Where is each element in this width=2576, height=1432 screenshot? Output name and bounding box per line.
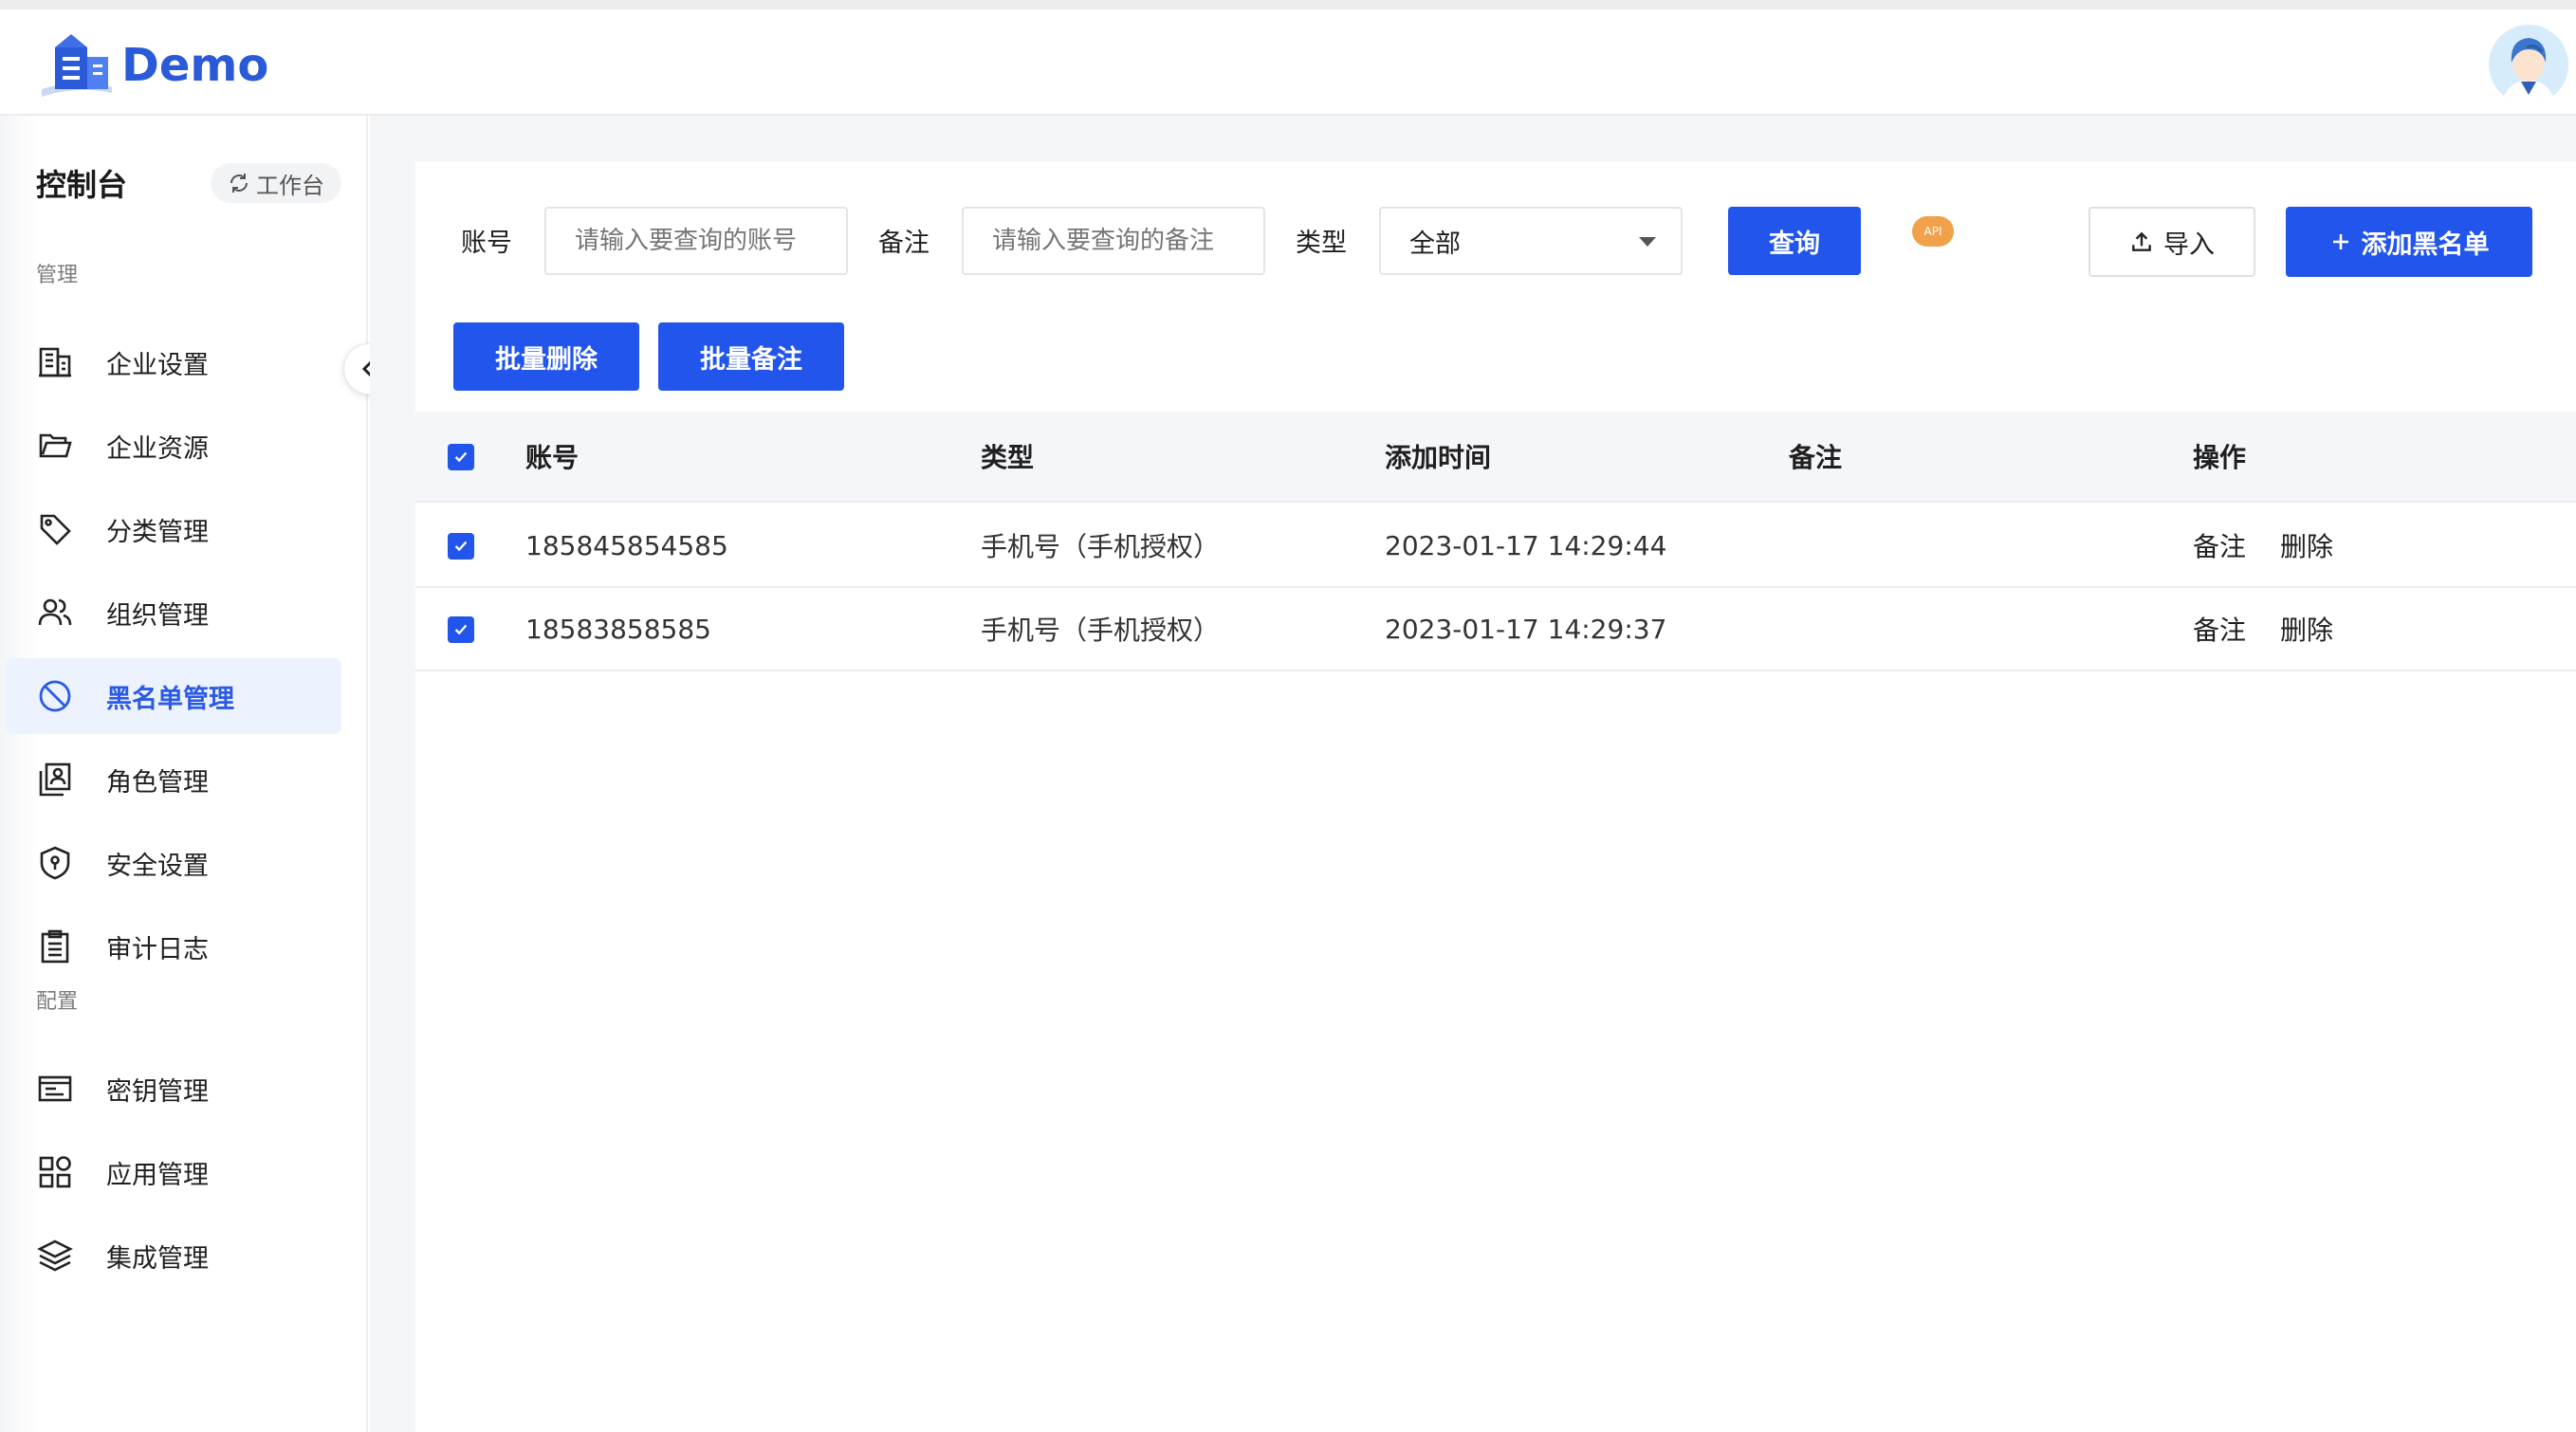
sidebar-item-integration[interactable]: 集成管理 — [6, 1218, 341, 1294]
sidebar-item-label: 应用管理 — [106, 1160, 209, 1190]
row-remark-link[interactable]: 备注 — [2193, 526, 2246, 564]
logo-text: Demo — [121, 39, 269, 92]
shield-icon — [36, 844, 74, 882]
sidebar-item-label: 分类管理 — [106, 517, 209, 547]
column-header-account[interactable]: 账号 — [525, 412, 579, 501]
cell-account: 18583858585 — [525, 613, 711, 645]
import-button[interactable]: 导入 — [2088, 207, 2255, 277]
sidebar-item-audit-log[interactable]: 审计日志 — [6, 909, 341, 984]
row-checkbox[interactable] — [448, 533, 474, 560]
sidebar-item-organization[interactable]: 组织管理 — [6, 575, 341, 651]
logo-building-icon — [42, 34, 112, 97]
type-select-value: 全部 — [1409, 229, 1461, 259]
cell-type: 手机号（手机授权） — [981, 615, 1221, 646]
row-delete-link[interactable]: 删除 — [2280, 610, 2333, 648]
upload-icon — [2132, 231, 2151, 251]
workbench-switch-button[interactable]: 工作台 — [211, 163, 341, 203]
table-row: 18583858585 手机号（手机授权） 2023-01-17 14:29:3… — [415, 588, 2576, 671]
row-remark-link[interactable]: 备注 — [2193, 610, 2246, 648]
sidebar-item-label: 黑名单管理 — [106, 684, 234, 714]
type-select[interactable]: 全部 — [1379, 207, 1683, 275]
table-row: 185845854585 手机号（手机授权） 2023-01-17 14:29:… — [415, 505, 2576, 588]
add-blacklist-label: 添加黑名单 — [2361, 229, 2490, 260]
sidebar-item-label: 角色管理 — [106, 767, 209, 798]
sidebar-item-category[interactable]: 分类管理 — [6, 491, 341, 567]
sidebar-item-security[interactable]: 安全设置 — [6, 825, 341, 901]
account-search-input[interactable] — [544, 207, 848, 275]
user-avatar[interactable] — [2489, 25, 2568, 104]
table-header: 账号 类型 添加时间 备注 操作 — [415, 412, 2576, 503]
sidebar-item-label: 企业设置 — [106, 350, 209, 380]
sidebar-item-roles[interactable]: 角色管理 — [6, 742, 341, 817]
sidebar-item-label: 安全设置 — [106, 851, 209, 881]
sidebar-item-keys[interactable]: 密钥管理 — [6, 1051, 341, 1127]
tag-icon — [36, 510, 74, 548]
import-button-label: 导入 — [2163, 229, 2215, 260]
row-checkbox[interactable] — [448, 616, 474, 643]
type-filter-label: 类型 — [1296, 229, 1347, 258]
ban-icon — [36, 677, 74, 715]
select-all-checkbox[interactable] — [448, 444, 474, 470]
clipboard-icon — [36, 927, 74, 965]
column-header-time[interactable]: 添加时间 — [1385, 412, 1491, 501]
sidebar-group-config: 配置 — [36, 990, 79, 1014]
caret-down-icon — [1639, 237, 1656, 247]
remark-search-input[interactable] — [962, 207, 1265, 275]
folder-icon — [36, 427, 74, 465]
avatar-person-icon — [2489, 25, 2568, 104]
column-header-type[interactable]: 类型 — [981, 412, 1034, 501]
column-header-remark[interactable]: 备注 — [1789, 412, 1842, 501]
sidebar-item-label: 密钥管理 — [106, 1076, 209, 1107]
layers-icon — [36, 1237, 74, 1275]
sidebar-item-apps[interactable]: 应用管理 — [6, 1134, 341, 1210]
sidebar-item-label: 企业资源 — [106, 433, 209, 464]
sidebar-title: 控制台 — [36, 167, 128, 203]
api-badge[interactable]: API — [1912, 216, 1954, 247]
cell-actions: 备注 删除 — [2193, 505, 2367, 586]
building-icon — [36, 343, 74, 381]
apps-icon — [36, 1153, 74, 1191]
refresh-icon — [230, 174, 248, 193]
row-delete-link[interactable]: 删除 — [2280, 526, 2333, 564]
workbench-label: 工作台 — [256, 172, 324, 199]
window-top-border — [0, 0, 2576, 9]
column-header-actions: 操作 — [2193, 442, 2247, 473]
sidebar-item-enterprise-settings[interactable]: 企业设置 — [6, 324, 341, 400]
sidebar-item-label: 审计日志 — [106, 934, 209, 964]
account-filter-label: 账号 — [461, 229, 512, 258]
sidebar-item-label: 集成管理 — [106, 1243, 209, 1274]
cell-time: 2023-01-17 14:29:37 — [1385, 613, 1667, 645]
key-card-icon — [36, 1070, 74, 1108]
sidebar-item-label: 组织管理 — [106, 600, 209, 631]
sidebar-item-blacklist[interactable]: 黑名单管理 — [6, 658, 341, 734]
top-header: Demo — [0, 9, 2576, 116]
logo[interactable]: Demo — [38, 30, 268, 101]
sidebar-item-enterprise-resources[interactable]: 企业资源 — [6, 408, 341, 484]
checkmark-icon — [454, 624, 468, 635]
role-icon — [36, 761, 74, 799]
add-blacklist-button[interactable]: 添加黑名单 — [2286, 207, 2532, 277]
sidebar-group-manage: 管理 — [36, 264, 79, 287]
cell-time: 2023-01-17 14:29:44 — [1385, 529, 1667, 561]
checkmark-icon — [454, 541, 468, 552]
batch-delete-button[interactable]: 批量删除 — [453, 322, 639, 391]
cell-actions: 备注 删除 — [2193, 588, 2367, 670]
checkmark-icon — [454, 451, 468, 463]
query-button[interactable]: 查询 — [1728, 207, 1861, 275]
remark-filter-label: 备注 — [878, 229, 929, 258]
cell-account: 185845854585 — [525, 529, 728, 561]
plus-icon — [2332, 234, 2348, 249]
users-icon — [36, 594, 74, 632]
batch-remark-button[interactable]: 批量备注 — [658, 322, 844, 391]
sidebar: 控制台 工作台 管理 企业设置 企业资源 分类管理 组织管理 黑名单管理 角色管… — [0, 116, 368, 1432]
cell-type: 手机号（手机授权） — [981, 531, 1221, 562]
